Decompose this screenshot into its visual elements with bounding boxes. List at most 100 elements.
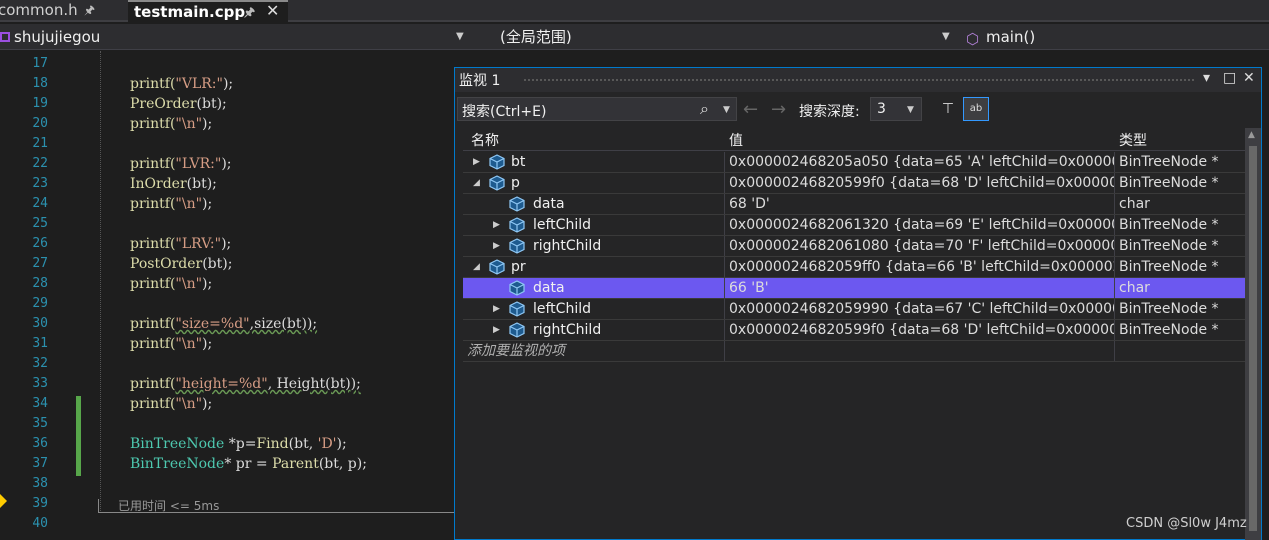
current-line-arrow-icon <box>0 494 7 508</box>
collapse-arrow-icon[interactable]: ◢ <box>473 257 480 277</box>
name-cell[interactable]: ▶ leftChild <box>463 215 725 235</box>
chevron-down-icon[interactable]: ▼ <box>942 26 950 48</box>
watch-row[interactable]: ▶ bt 0x000002468205a050 {data=65 'A' leftC… <box>463 152 1245 173</box>
code-line[interactable]: InOrder(bt); <box>130 174 217 194</box>
code-token: ,size(bt)); <box>249 316 318 332</box>
maximize-icon[interactable]: □ <box>1223 70 1236 86</box>
value-cell[interactable]: 68 'D' <box>725 194 1115 214</box>
scope-dropdown[interactable]: (全局范围) ▼ <box>478 26 956 48</box>
window-menu-icon[interactable]: ▾ <box>1203 70 1210 86</box>
object-icon <box>489 154 505 170</box>
type-cell: BinTreeNode * <box>1119 154 1219 170</box>
expand-arrow-icon[interactable]: ▶ <box>493 320 500 340</box>
value-cell[interactable]: 0x0000024682059990 {data=67 'C' leftChil… <box>725 299 1115 319</box>
value-cell[interactable]: 0x000002468205a050 {data=65 'A' leftChil… <box>725 152 1115 172</box>
chevron-down-icon[interactable]: ▼ <box>907 105 914 115</box>
hex-display-icon[interactable]: ab <box>963 97 989 121</box>
code-line[interactable]: printf("\n"); <box>130 194 212 214</box>
code-line[interactable]: printf("height=%d", Height(bt)); <box>130 374 361 394</box>
pin-icon[interactable]: 🖈 <box>244 2 255 22</box>
code-line[interactable]: BinTreeNode* pr = Parent(bt, p); <box>130 454 367 474</box>
code-line[interactable]: printf("\n"); <box>130 334 212 354</box>
expand-arrow-icon[interactable]: ▶ <box>473 152 480 172</box>
name-cell[interactable]: 添加要监视的项 <box>463 341 725 361</box>
code-line[interactable]: BinTreeNode *p=Find(bt, 'D'); <box>130 434 347 454</box>
expand-arrow-icon[interactable]: ▶ <box>493 299 500 319</box>
code-token: "\n" <box>175 196 203 212</box>
variable-name: data <box>533 280 565 296</box>
value-cell[interactable]: 66 'B' <box>725 278 1115 298</box>
name-cell[interactable]: ▶ bt <box>463 152 725 172</box>
change-indicator <box>76 396 81 476</box>
search-previous-icon[interactable]: ← <box>743 99 758 120</box>
scroll-up-icon[interactable]: ▲ <box>1248 130 1255 140</box>
value-cell[interactable]: 0x00000246820599f0 {data=68 'D' leftChil… <box>725 320 1115 340</box>
search-next-icon[interactable]: → <box>771 99 786 120</box>
expand-arrow-icon[interactable]: ▶ <box>493 236 500 256</box>
chevron-down-icon[interactable]: ▼ <box>456 26 464 48</box>
pin-icon[interactable]: ⊤ <box>937 98 959 120</box>
code-token: ); <box>202 396 213 412</box>
column-header-value[interactable]: 值 <box>729 130 743 150</box>
pin-icon[interactable]: 🖈 <box>84 0 95 20</box>
value-cell[interactable]: 0x00000246820599f0 {data=68 'D' leftChil… <box>725 173 1115 193</box>
variable-name: bt <box>511 154 526 170</box>
code-line[interactable]: printf("VLR:"); <box>130 74 233 94</box>
line-number: 36 <box>32 436 48 451</box>
code-token: Find <box>256 436 289 452</box>
watch-row[interactable]: ◢ pr 0x0000024682059ff0 {data=66 'B' leftC… <box>463 257 1245 278</box>
close-icon[interactable]: ✕ <box>1243 70 1255 86</box>
tab-common-h[interactable]: common.h 🖈 <box>0 0 112 22</box>
watch-row[interactable]: data 68 'D' char <box>463 194 1245 215</box>
search-icon[interactable]: ⌕ <box>700 99 709 119</box>
code-line[interactable]: PreOrder(bt); <box>130 94 227 114</box>
object-icon <box>509 301 525 317</box>
column-header-name[interactable]: 名称 <box>471 130 499 150</box>
watch-row[interactable]: ▶ leftChild 0x0000024682059990 {data=67 'C… <box>463 299 1245 320</box>
chevron-down-icon[interactable]: ▼ <box>723 105 730 115</box>
column-header-type[interactable]: 类型 <box>1119 130 1147 150</box>
name-cell[interactable]: ▶ rightChild <box>463 320 725 340</box>
project-dropdown[interactable]: shujujiegou ▼ <box>0 26 470 48</box>
code-line[interactable]: printf("LRV:"); <box>130 234 231 254</box>
value-cell[interactable]: 0x0000024682059ff0 {data=66 'B' leftChil… <box>725 257 1115 277</box>
expand-arrow-icon[interactable]: ▶ <box>493 215 500 235</box>
value-cell[interactable]: 0x0000024682061080 {data=70 'F' leftChil… <box>725 236 1115 256</box>
code-line[interactable]: printf("\n"); <box>130 114 212 134</box>
code-line[interactable]: printf("\n"); <box>130 274 212 294</box>
name-cell[interactable]: ◢ pr <box>463 257 725 277</box>
name-cell[interactable]: ▶ rightChild <box>463 236 725 256</box>
name-cell[interactable]: ◢ p <box>463 173 725 193</box>
code-line[interactable]: printf("\n"); <box>130 394 212 414</box>
watch-row[interactable]: ▶ rightChild 0x00000246820599f0 {data=68 '… <box>463 320 1245 341</box>
name-cell[interactable]: ▶ leftChild <box>463 299 725 319</box>
code-token: printf( <box>130 276 176 292</box>
line-number: 37 <box>32 456 48 471</box>
code-editor[interactable]: 已用时间 <= 5ms 17 18 printf("VLR:"); 19 PreOrde… <box>0 51 455 540</box>
watch-row[interactable]: data 66 'B' char <box>463 278 1245 299</box>
search-input[interactable]: 搜索(Ctrl+E) ⌕ ▼ <box>457 97 737 121</box>
add-watch-row[interactable]: 添加要监视的项 <box>463 341 1245 362</box>
name-cell[interactable]: data <box>463 194 725 214</box>
code-line[interactable]: printf("size=%d",size(bt)); <box>130 314 317 334</box>
watch-title-bar[interactable]: 监视 1 ▾ □ ✕ <box>455 68 1261 92</box>
watch-row[interactable]: ◢ p 0x00000246820599f0 {data=68 'D' leftCh… <box>463 173 1245 194</box>
drag-grip[interactable] <box>523 78 1195 83</box>
type-cell: BinTreeNode * <box>1119 175 1219 191</box>
close-icon[interactable]: ✕ <box>266 1 279 21</box>
collapse-arrow-icon[interactable]: ◢ <box>473 173 480 193</box>
tab-testmain-cpp[interactable]: testmain.cpp 🖈 ✕ <box>128 0 288 22</box>
value-cell[interactable]: 0x0000024682061320 {data=69 'E' leftChil… <box>725 215 1115 235</box>
line-number: 29 <box>32 296 48 311</box>
function-dropdown[interactable]: ⬡ main() <box>962 26 1269 48</box>
watch-row[interactable]: ▶ leftChild 0x0000024682061320 {data=69 'E… <box>463 215 1245 236</box>
search-depth-dropdown[interactable]: 3 ▼ <box>870 97 922 121</box>
vertical-scrollbar[interactable]: ▲ <box>1245 128 1261 540</box>
watch-row[interactable]: ▶ rightChild 0x0000024682061080 {data=70 '… <box>463 236 1245 257</box>
name-cell[interactable]: data <box>463 278 725 298</box>
code-line[interactable]: PostOrder(bt); <box>130 254 232 274</box>
code-token: printf( <box>130 336 176 352</box>
code-line[interactable]: printf("LVR:"); <box>130 154 232 174</box>
code-token: "height=%d" <box>175 376 268 392</box>
scrollbar-thumb[interactable] <box>1249 146 1257 531</box>
